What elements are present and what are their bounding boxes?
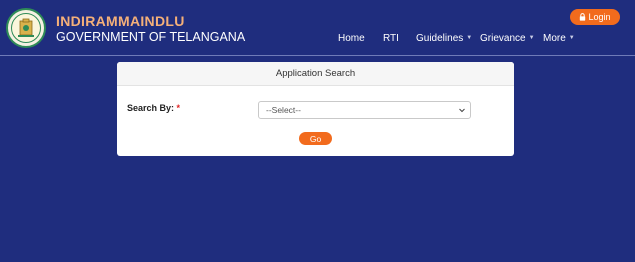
chevron-down-icon: ▼	[568, 35, 575, 41]
select-value: --Select--	[266, 105, 301, 115]
login-label: Login	[588, 12, 611, 22]
brand-subtitle: GOVERNMENT OF TELANGANA	[56, 30, 246, 44]
required-mark: *	[176, 103, 181, 113]
go-button[interactable]: Go	[299, 132, 332, 145]
lock-icon	[579, 13, 586, 21]
nav-rti-label: RTI	[383, 32, 399, 44]
search-by-text: Search By:	[127, 103, 175, 113]
search-by-select[interactable]: --Select--	[258, 101, 471, 119]
brand-name: INDIRAMMAINDLU	[56, 13, 185, 29]
chevron-down-icon: ▼	[466, 35, 473, 41]
site-header: INDIRAMMAINDLU GOVERNMENT OF TELANGANA L…	[0, 0, 635, 56]
nav-rti[interactable]: RTI	[383, 31, 399, 45]
search-by-label: Search By: *	[127, 103, 180, 113]
chevron-down-icon	[458, 106, 466, 114]
nav-home-label: Home	[338, 32, 365, 44]
nav-home[interactable]: Home	[338, 31, 365, 45]
chevron-down-icon: ▼	[528, 35, 535, 41]
nav-guidelines-label: Guidelines	[416, 32, 464, 44]
nav-guidelines[interactable]: Guidelines ▼	[416, 31, 472, 45]
card-title: Application Search	[117, 62, 514, 86]
application-search-card: Application Search Search By: * --Select…	[117, 62, 514, 156]
telangana-emblem-icon[interactable]	[6, 8, 46, 48]
nav-grievance[interactable]: Grievance ▼	[480, 31, 535, 45]
nav-more[interactable]: More ▼	[543, 31, 575, 45]
login-button[interactable]: Login	[570, 9, 620, 25]
nav-more-label: More	[543, 32, 566, 44]
nav-grievance-label: Grievance	[480, 32, 526, 44]
